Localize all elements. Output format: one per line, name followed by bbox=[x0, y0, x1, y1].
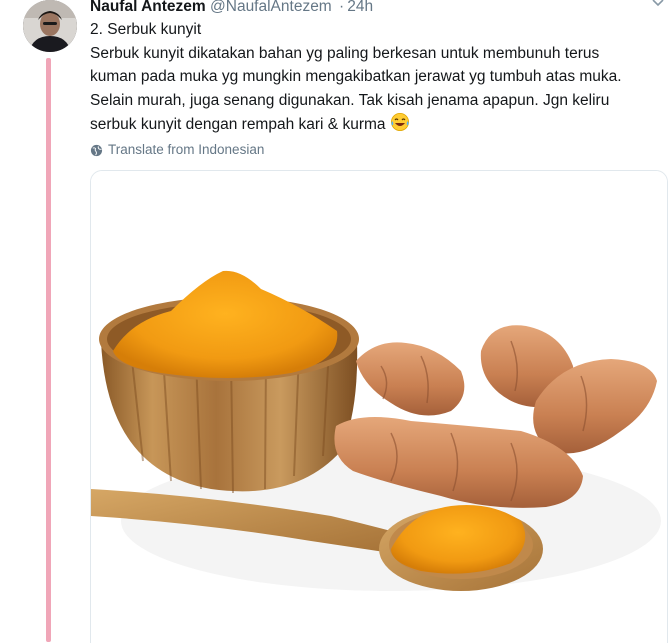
chevron-down-icon[interactable] bbox=[651, 0, 665, 10]
translate-link[interactable]: Translate from Indonesian bbox=[90, 141, 264, 159]
globe-icon bbox=[90, 144, 103, 157]
tweet-body: 2. Serbuk kunyit Serbuk kunyit dikatakan… bbox=[90, 21, 622, 133]
separator: · bbox=[339, 0, 345, 15]
turmeric-photo bbox=[91, 171, 667, 643]
avatar[interactable] bbox=[23, 0, 77, 52]
author-name[interactable]: Naufal Antezem bbox=[90, 0, 206, 15]
thread-line bbox=[46, 58, 51, 642]
translate-label: Translate from Indonesian bbox=[108, 142, 265, 157]
author-handle[interactable]: @NaufalAntezem bbox=[210, 0, 332, 15]
tweet-header: Naufal Antezem @NaufalAntezem · 24h bbox=[90, 0, 373, 17]
timestamp[interactable]: 24h bbox=[347, 0, 373, 15]
laughing-tears-emoji-icon bbox=[390, 112, 410, 132]
tweet-image[interactable] bbox=[90, 170, 668, 643]
tweet-text: 2. Serbuk kunyit Serbuk kunyit dikatakan… bbox=[90, 18, 662, 137]
